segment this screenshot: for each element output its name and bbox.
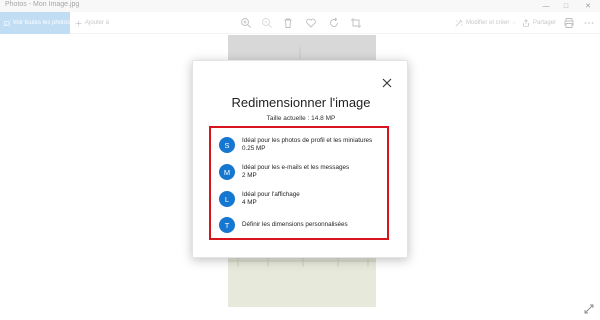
option-label: Idéal pour les photos de profil et les m… — [242, 137, 373, 144]
fullscreen-icon[interactable] — [584, 304, 594, 314]
option-size: 4 MP — [242, 199, 257, 206]
option-medium[interactable]: M Idéal pour les e-mails et les messages… — [219, 161, 389, 183]
option-letter-badge: T — [219, 217, 235, 233]
option-label: Idéal pour les e-mails et les messages — [242, 164, 350, 171]
resize-options-highlight: S Idéal pour les photos de profil et les… — [209, 126, 389, 240]
option-custom[interactable]: T Définir les dimensions personnalisées — [219, 214, 389, 236]
option-label: Idéal pour l'affichage — [242, 191, 300, 198]
option-letter-badge: L — [219, 191, 235, 207]
option-size: 0.25 MP — [242, 145, 266, 152]
option-label: Définir les dimensions personnalisées — [242, 221, 348, 228]
close-icon[interactable] — [381, 77, 393, 89]
option-small[interactable]: S Idéal pour les photos de profil et les… — [219, 134, 389, 156]
option-size: 2 MP — [242, 172, 257, 179]
resize-dialog: Redimensionner l'image Taille actuelle :… — [192, 60, 408, 258]
option-large[interactable]: L Idéal pour l'affichage 4 MP — [219, 188, 389, 210]
option-letter-badge: M — [219, 164, 235, 180]
option-letter-badge: S — [219, 137, 235, 153]
current-size-label: Taille actuelle : 14.8 MP — [266, 115, 336, 122]
dialog-title: Redimensionner l'image — [231, 95, 371, 110]
